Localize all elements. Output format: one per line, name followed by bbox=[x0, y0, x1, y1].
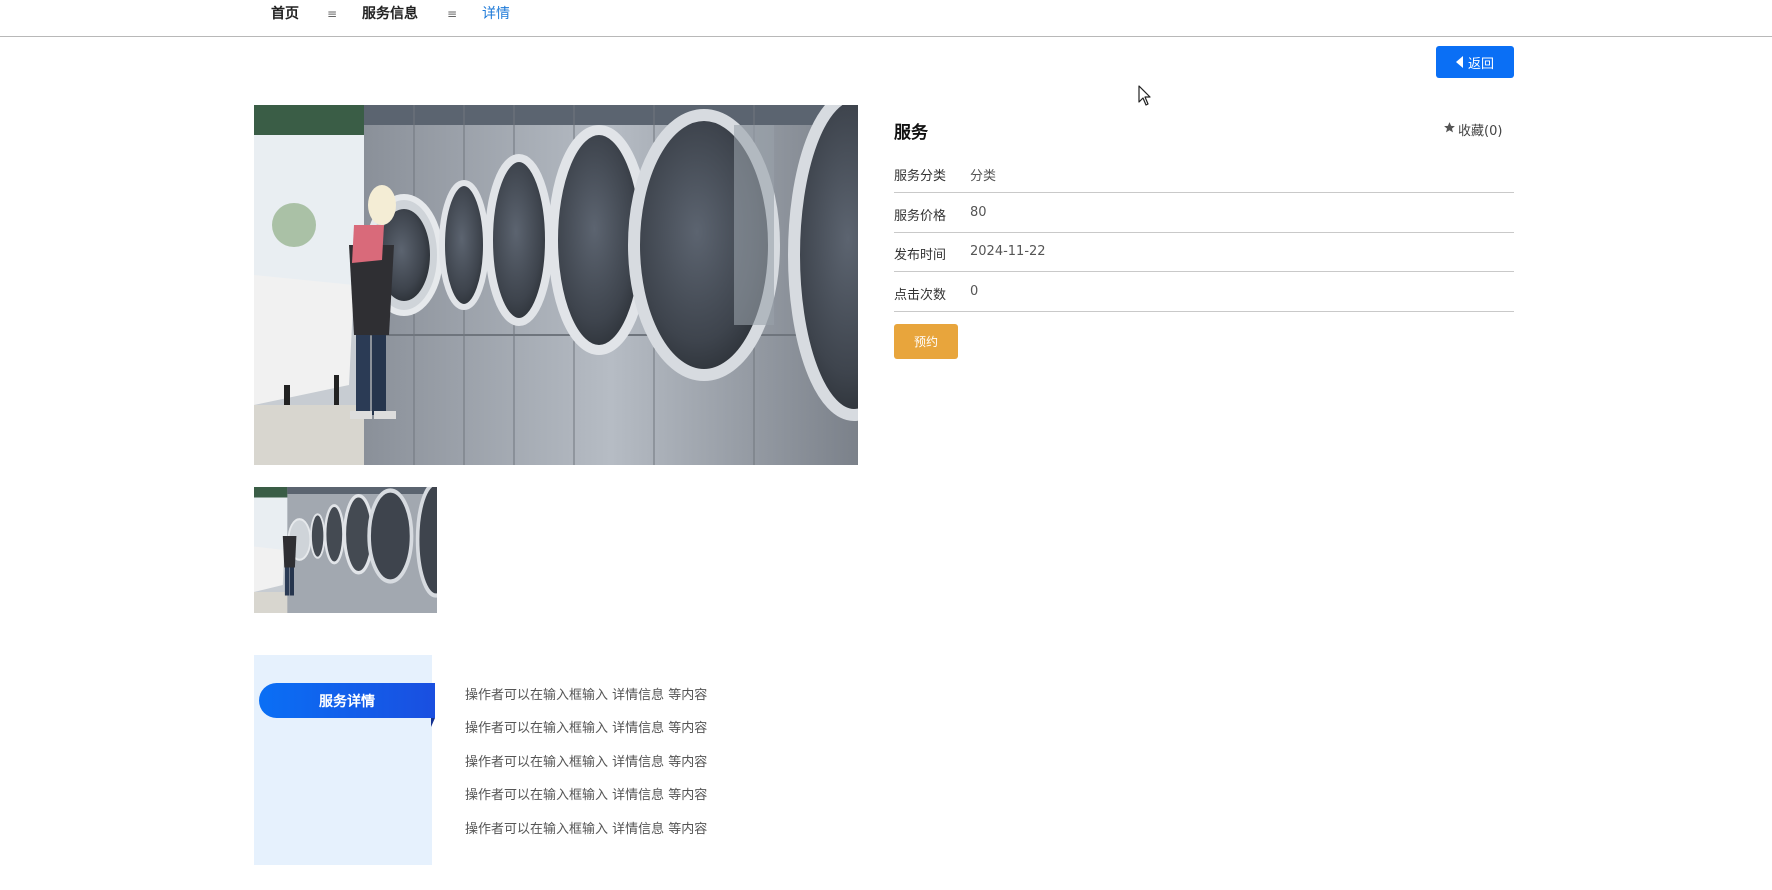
info-value: 0 bbox=[970, 284, 979, 299]
breadcrumb-current[interactable]: 详情 bbox=[482, 5, 510, 23]
breadcrumb-separator: ≡ bbox=[327, 7, 338, 21]
info-row-publish-time: 发布时间 2024-11-22 bbox=[894, 232, 1514, 272]
book-button[interactable]: 预约 bbox=[894, 324, 958, 359]
breadcrumb-separator: ≡ bbox=[447, 7, 458, 21]
favorite-label: 收藏(0) bbox=[1458, 124, 1503, 139]
service-thumbnail-image[interactable] bbox=[254, 487, 437, 613]
tab-service-detail[interactable]: 服务详情 bbox=[259, 683, 435, 727]
info-row-price: 服务价格 80 bbox=[894, 193, 1514, 233]
service-title: 服务 bbox=[894, 123, 928, 143]
info-label: 服务价格 bbox=[894, 209, 947, 224]
service-main-image bbox=[254, 105, 858, 465]
info-value: 80 bbox=[970, 205, 987, 220]
detail-text-line: 操作者可以在输入框输入 详情信息 等内容 bbox=[465, 721, 708, 736]
breadcrumb: 首页 ≡ 服务信息 ≡ 详情 bbox=[0, 0, 1772, 37]
info-value: 分类 bbox=[970, 169, 997, 184]
breadcrumb-home[interactable]: 首页 bbox=[271, 5, 299, 23]
star-icon bbox=[1443, 121, 1456, 138]
breadcrumb-service-info[interactable]: 服务信息 bbox=[362, 5, 418, 23]
detail-text-line: 操作者可以在输入框输入 详情信息 等内容 bbox=[465, 822, 708, 837]
info-label: 点击次数 bbox=[894, 288, 947, 303]
back-button-label: 返回 bbox=[1467, 56, 1494, 72]
info-row-clicks: 点击次数 0 bbox=[894, 272, 1514, 312]
favorite-button[interactable]: 收藏(0) bbox=[1443, 120, 1502, 139]
info-label: 发布时间 bbox=[894, 248, 947, 263]
back-button[interactable]: 返回 bbox=[1436, 46, 1514, 78]
caret-left-icon bbox=[1455, 56, 1464, 68]
detail-text-line: 操作者可以在输入框输入 详情信息 等内容 bbox=[465, 755, 708, 770]
detail-text-line: 操作者可以在输入框输入 详情信息 等内容 bbox=[465, 688, 708, 703]
mouse-cursor-icon bbox=[1138, 85, 1152, 111]
info-value: 2024-11-22 bbox=[970, 244, 1046, 259]
info-label: 服务分类 bbox=[894, 169, 947, 184]
detail-text-line: 操作者可以在输入框输入 详情信息 等内容 bbox=[465, 788, 708, 803]
info-row-category: 服务分类 分类 bbox=[894, 153, 1514, 193]
